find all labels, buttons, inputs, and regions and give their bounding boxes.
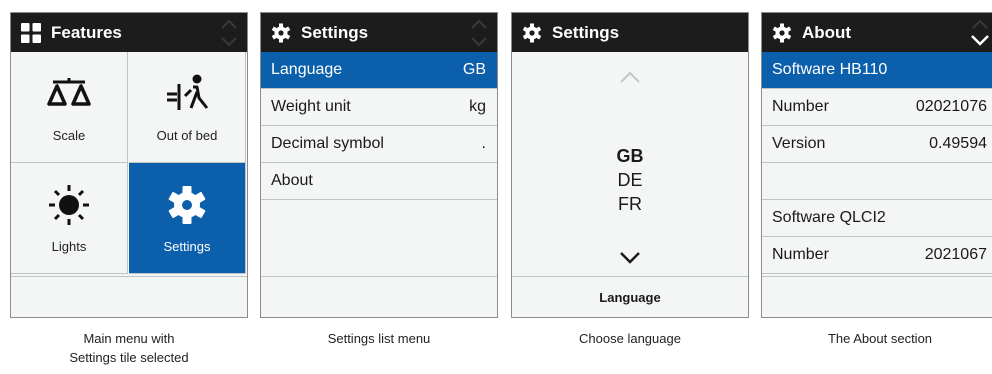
caption-line: Main menu with <box>83 331 175 346</box>
tile-settings[interactable]: Settings <box>129 163 246 274</box>
row-value: 2021067 <box>924 246 987 263</box>
features-screen: Features Scale Out of bed Lights Setting… <box>10 12 248 318</box>
scroll-arrows-icon[interactable] <box>970 16 990 50</box>
divider <box>11 276 247 277</box>
list-item-version: Version 0.49594 <box>762 126 992 163</box>
language-picker: GB DE FR <box>512 52 748 276</box>
row-label: Weight unit <box>271 98 351 115</box>
scroll-arrows-icon[interactable] <box>469 16 489 50</box>
tile-label: Lights <box>51 239 87 254</box>
list-item-language[interactable]: Language GB <box>261 52 497 89</box>
list-item-blank <box>762 163 992 200</box>
language-screen: Settings GB DE FR Language <box>511 12 749 318</box>
row-label: Language <box>271 61 343 78</box>
about-screen: About Software HB110 Number 02021076 Ver… <box>761 12 992 318</box>
row-value: 0.49594 <box>929 135 987 152</box>
header-title: Features <box>51 22 122 42</box>
header-title: About <box>802 22 852 42</box>
row-label: Software QLCI2 <box>772 209 886 226</box>
caption-line: Settings tile selected <box>69 350 189 365</box>
caption-choose-language: Choose language <box>579 331 681 346</box>
tile-label: Out of bed <box>156 128 218 143</box>
chevron-up-icon[interactable] <box>618 70 642 84</box>
feature-grid: Scale Out of bed Lights Settings <box>11 52 247 276</box>
caption-settings-list: Settings list menu <box>327 331 431 346</box>
light-icon <box>49 185 89 225</box>
list-item-weight-unit[interactable]: Weight unit kg <box>261 89 497 126</box>
list-item-number: Number 2021067 <box>762 237 992 274</box>
tile-label: Settings <box>163 239 211 254</box>
about-list: Software HB110 Number 02021076 Version 0… <box>762 52 992 274</box>
list-item-software-hb110[interactable]: Software HB110 <box>762 52 992 89</box>
row-label: Number <box>772 246 829 263</box>
list-item-decimal-symbol[interactable]: Decimal symbol . <box>261 126 497 163</box>
gear-icon <box>271 23 291 42</box>
language-options: GB DE FR <box>512 144 748 216</box>
language-option[interactable]: DE <box>512 168 748 192</box>
chevron-down-icon[interactable] <box>618 251 642 265</box>
row-value: 02021076 <box>915 98 987 115</box>
row-label: Number <box>772 98 829 115</box>
gear-icon <box>168 186 206 224</box>
header-title: Settings <box>301 22 369 42</box>
tile-out-of-bed[interactable]: Out of bed <box>129 52 246 163</box>
settings-screen: Settings Language GB Weight unit kg Deci… <box>260 12 498 318</box>
language-option[interactable]: FR <box>512 192 748 216</box>
language-option-current[interactable]: GB <box>512 144 748 168</box>
row-value: GB <box>462 61 486 78</box>
list-item-about[interactable]: About <box>261 163 497 200</box>
row-value: . <box>481 135 486 152</box>
header: About <box>762 13 992 52</box>
out-of-bed-icon <box>167 74 209 110</box>
grid-icon <box>21 22 41 43</box>
settings-list: Language GB Weight unit kg Decimal symbo… <box>261 52 497 200</box>
caption-about: The About section <box>827 331 933 346</box>
divider <box>261 276 497 277</box>
tile-scale[interactable]: Scale <box>11 52 128 163</box>
scale-icon <box>47 78 91 106</box>
row-label: Decimal symbol <box>271 135 384 152</box>
tile-lights[interactable]: Lights <box>11 163 128 274</box>
gear-icon <box>522 23 542 42</box>
header: Settings <box>261 13 497 52</box>
tile-label: Scale <box>52 128 86 143</box>
gear-icon <box>772 23 792 42</box>
row-label: Software HB110 <box>772 61 888 78</box>
caption-main-menu: Main menu with Settings tile selected <box>10 329 248 367</box>
picker-footer-label: Language <box>599 289 661 305</box>
list-item-number: Number 02021076 <box>762 89 992 126</box>
scroll-arrows-icon[interactable] <box>219 16 239 50</box>
divider <box>762 276 992 277</box>
list-item-software-qlci2[interactable]: Software QLCI2 <box>762 200 992 237</box>
header: Features <box>11 13 247 52</box>
row-label: About <box>271 172 313 189</box>
header: Settings <box>512 13 748 52</box>
row-label: Version <box>772 135 826 152</box>
row-value: kg <box>469 98 486 115</box>
header-title: Settings <box>552 22 620 42</box>
